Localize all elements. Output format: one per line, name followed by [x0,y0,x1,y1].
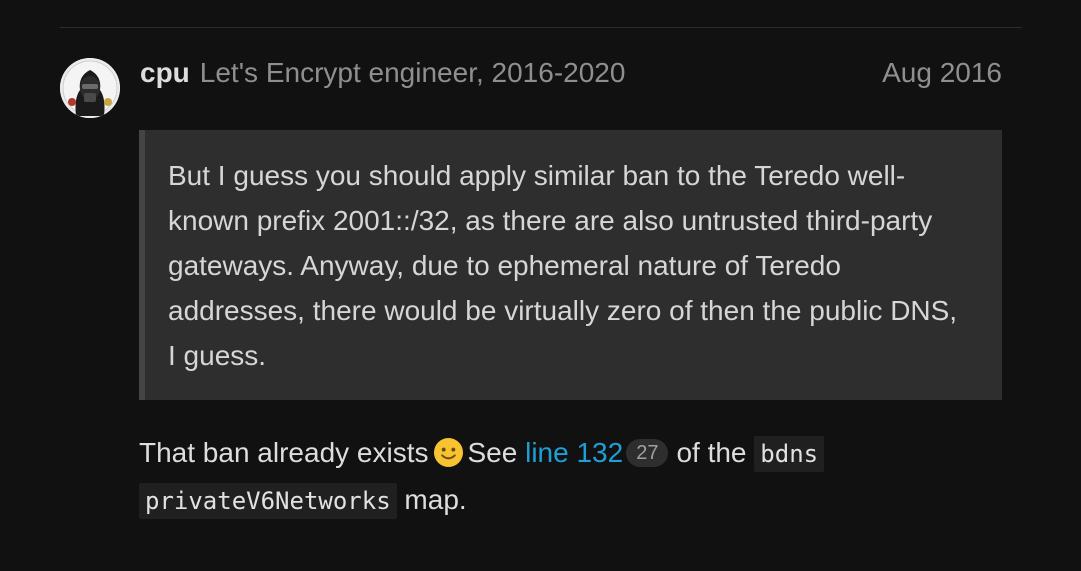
blockquote: But I guess you should apply similar ban… [139,130,1002,400]
reply-text-2: See [467,437,518,468]
user-title: Let's Encrypt engineer, 2016-2020 [199,57,626,88]
slightly-smiling-face-icon [433,437,463,468]
username[interactable]: cpu [140,54,190,92]
reply-text-1: That ban already exists [139,437,429,468]
code-bdns: bdns [754,436,825,472]
code-private-v6-networks: privateV6Networks [139,483,397,519]
post-date[interactable]: Aug 2016 [882,54,1002,92]
reply-text-3: of the [676,437,747,468]
reply-text-4: map. [404,484,467,515]
post-body: That ban already exists See line 132 27 of… [139,430,1019,524]
post-divider [60,27,1022,28]
quote-text: But I guess you should apply similar ban… [168,160,958,371]
line-132-link[interactable]: line 132 [525,437,623,468]
post-header: cpu Let's Encrypt engineer, 2016-2020 Au… [140,54,1002,92]
user-avatar[interactable] [60,58,120,118]
avatar-image [60,58,120,118]
link-click-count: 27 [626,439,669,467]
